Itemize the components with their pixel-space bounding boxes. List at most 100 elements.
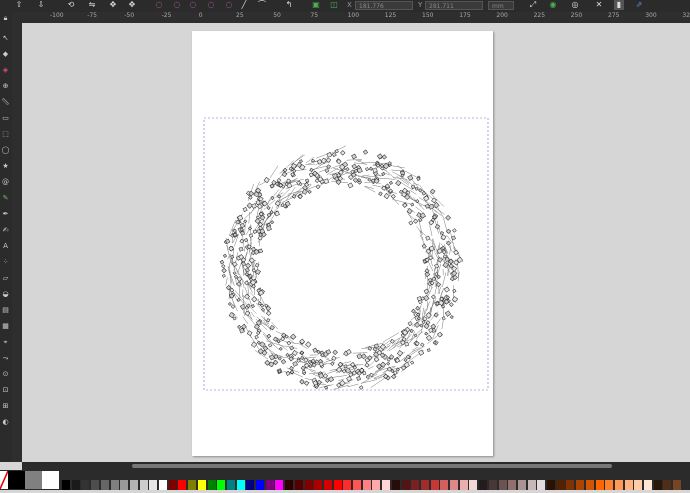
palette-swatch[interactable] — [479, 480, 487, 490]
node-auto-icon[interactable]: ◌ — [224, 0, 234, 10]
stroke-to-path-icon[interactable]: ◫ — [329, 0, 339, 10]
palette-swatch[interactable] — [334, 480, 342, 490]
palette-swatch[interactable] — [285, 480, 293, 490]
rect-icon[interactable]: ▭ — [1, 114, 10, 123]
eraser-icon[interactable]: ▱ — [1, 274, 10, 283]
pen-icon[interactable]: ✒ — [1, 210, 10, 219]
palette-swatch[interactable] — [140, 480, 148, 490]
align-icon[interactable]: ⇧ — [14, 0, 24, 10]
palette-swatch[interactable] — [489, 480, 497, 490]
ring-pattern[interactable] — [220, 146, 463, 390]
palette-swatch[interactable] — [169, 480, 177, 490]
mesh-icon[interactable]: ▦ — [1, 322, 10, 331]
view-icon[interactable]: ◐ — [1, 418, 10, 427]
palette-swatch[interactable] — [227, 480, 235, 490]
palette-swatch[interactable] — [499, 480, 507, 490]
palette-swatch[interactable] — [8, 471, 25, 489]
palette-swatch[interactable] — [91, 480, 99, 490]
palette-swatch[interactable] — [295, 480, 303, 490]
palette-swatch[interactable] — [625, 480, 633, 490]
snap-options-icon[interactable]: ⇗ — [634, 0, 644, 10]
palette-swatch[interactable] — [644, 480, 652, 490]
pencil-icon[interactable]: ✎ — [1, 194, 10, 203]
gradient-icon[interactable]: ▤ — [1, 306, 10, 315]
dropper-icon[interactable]: ⌖ — [1, 338, 10, 347]
palette-swatch[interactable] — [178, 480, 186, 490]
show-mask-icon[interactable]: ◎ — [570, 0, 580, 10]
palette-swatch[interactable] — [382, 480, 390, 490]
horizontal-scrollbar[interactable] — [22, 462, 690, 470]
palette-swatch[interactable] — [149, 480, 157, 490]
palette-swatch[interactable] — [372, 480, 380, 490]
palette-swatch[interactable] — [159, 480, 167, 490]
palette-swatch[interactable] — [537, 480, 545, 490]
zoom-draw-icon[interactable]: ⊙ — [1, 370, 10, 379]
palette-swatch[interactable] — [237, 480, 245, 490]
palette-swatch[interactable] — [450, 480, 458, 490]
palette-swatch[interactable] — [111, 480, 119, 490]
star-icon[interactable]: ★ — [1, 162, 10, 171]
palette-swatch[interactable] — [654, 480, 662, 490]
unit-select[interactable]: mm — [488, 1, 514, 10]
show-outline-icon[interactable]: ✕ — [594, 0, 604, 10]
node-tool-icon[interactable]: ◆ — [1, 50, 10, 59]
palette-swatch[interactable] — [440, 480, 448, 490]
palette-swatch[interactable] — [62, 480, 70, 490]
measure-icon[interactable]: 📏︎ — [1, 98, 10, 107]
lower-icon[interactable]: ⇩ — [36, 0, 46, 10]
palette-swatch[interactable] — [596, 480, 604, 490]
palette-swatch[interactable] — [586, 480, 594, 490]
palette-swatch[interactable] — [246, 480, 254, 490]
select-all-icon[interactable]: ✥ — [108, 0, 118, 10]
curve-segment-icon[interactable]: ⌒ — [257, 0, 267, 10]
node-smooth-icon[interactable]: ◌ — [188, 0, 198, 10]
spiral-icon[interactable]: @ — [1, 178, 10, 187]
snap-toggle-icon[interactable]: ▮ — [614, 0, 624, 10]
lock-icon[interactable]: 🔒︎ — [1, 14, 10, 23]
palette-swatch[interactable] — [431, 480, 439, 490]
selector-icon[interactable]: ↖ — [1, 34, 10, 43]
palette-swatch[interactable] — [314, 480, 322, 490]
palette-swatch[interactable] — [547, 480, 555, 490]
palette-swatch[interactable] — [411, 480, 419, 490]
palette-swatch[interactable] — [120, 480, 128, 490]
connector-icon[interactable]: ⤳ — [1, 354, 10, 363]
palette-swatch[interactable] — [421, 480, 429, 490]
palette-swatch[interactable] — [518, 480, 526, 490]
bucket-icon[interactable]: ◒ — [1, 290, 10, 299]
palette-swatch[interactable] — [25, 471, 42, 489]
calligraphy-icon[interactable]: ✍ — [1, 226, 10, 235]
palette-swatch[interactable] — [528, 480, 536, 490]
palette-swatch[interactable] — [673, 480, 681, 490]
palette-swatch[interactable] — [615, 480, 623, 490]
palette-swatch[interactable] — [208, 480, 216, 490]
no-paint-swatch[interactable] — [0, 471, 8, 489]
palette-swatch[interactable] — [392, 480, 400, 490]
palette-swatch[interactable] — [634, 480, 642, 490]
palette-swatch[interactable] — [363, 480, 371, 490]
x-coordinate-field[interactable]: 181.776 — [355, 1, 413, 10]
zoom-icon[interactable]: ⊕ — [1, 82, 10, 91]
palette-swatch[interactable] — [266, 480, 274, 490]
palette-swatch[interactable] — [343, 480, 351, 490]
zoom-page-icon[interactable]: ⊡ — [1, 386, 10, 395]
circular-scatter-artwork[interactable] — [192, 31, 493, 456]
palette-swatch[interactable] — [256, 480, 264, 490]
palette-swatch[interactable] — [663, 480, 671, 490]
palette-swatch[interactable] — [217, 480, 225, 490]
palette-swatch[interactable] — [557, 480, 565, 490]
object-to-path-icon[interactable]: ▣ — [311, 0, 321, 10]
palette-swatch[interactable] — [324, 480, 332, 490]
palette-swatch[interactable] — [130, 480, 138, 490]
palette-swatch[interactable] — [460, 480, 468, 490]
node-cusp-icon[interactable]: ◌ — [172, 0, 182, 10]
show-clip-icon[interactable]: ◉ — [548, 0, 558, 10]
spray-icon[interactable]: ⁘ — [1, 258, 10, 267]
scrollbar-thumb[interactable] — [132, 464, 612, 468]
flip-icon[interactable]: ⇋ — [87, 0, 97, 10]
touch-select-icon[interactable]: ✥ — [127, 0, 137, 10]
palette-swatch[interactable] — [81, 480, 89, 490]
palette-swatch[interactable] — [576, 480, 584, 490]
palette-swatch[interactable] — [402, 480, 410, 490]
node-symmetric-icon[interactable]: ◌ — [206, 0, 216, 10]
